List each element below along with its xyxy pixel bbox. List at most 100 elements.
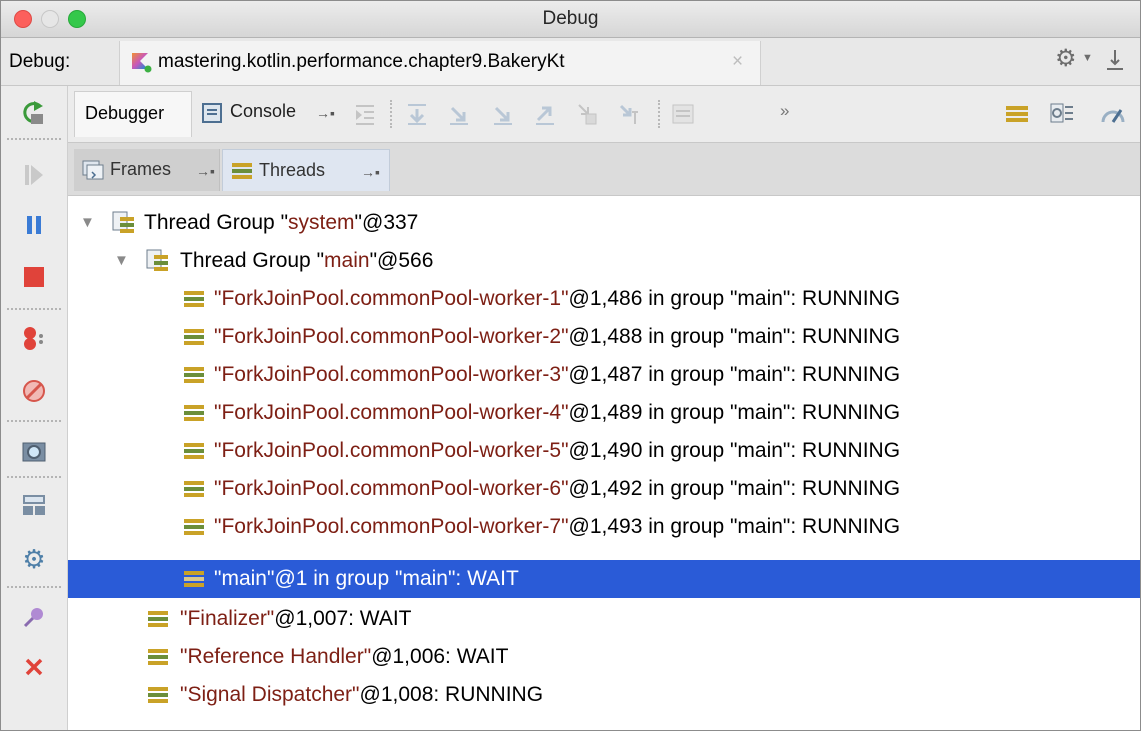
show-execution-point-icon[interactable]: [354, 102, 376, 126]
thread-icon: [148, 649, 168, 665]
thread-detail: @1,490 in group "main": RUNNING: [568, 439, 901, 462]
tab-debugger[interactable]: Debugger: [74, 91, 192, 137]
title-bar: Debug: [1, 1, 1140, 38]
step-into-icon[interactable]: [448, 102, 470, 126]
thread-group-icon: [146, 249, 168, 271]
debug-tab-row: Debug: mastering.kotlin.performance.chap…: [1, 38, 1140, 86]
thread-icon: [184, 481, 204, 497]
chevron-down-icon[interactable]: ▼: [1082, 52, 1093, 64]
debug-window: Debug Debug: mastering.kotlin.performanc…: [0, 0, 1141, 731]
thread-row[interactable]: "ForkJoinPool.commonPool-worker-4"@1,489…: [68, 394, 1140, 432]
resume-program-icon[interactable]: [21, 162, 47, 188]
step-out-icon[interactable]: [534, 102, 556, 126]
thread-name: "ForkJoinPool.commonPool-worker-2": [214, 325, 569, 348]
mute-breakpoints-icon[interactable]: [21, 378, 47, 404]
evaluate-expression-icon[interactable]: [672, 102, 694, 126]
left-action-toolbar: ⚙: [1, 86, 68, 730]
thread-icon: [184, 571, 204, 587]
view-breakpoints-icon[interactable]: [21, 326, 47, 352]
thread-name: "ForkJoinPool.commonPool-worker-4": [214, 401, 569, 424]
thread-detail: @1 in group "main": WAIT: [274, 567, 519, 590]
step-over-icon[interactable]: [406, 102, 428, 126]
tab-frames[interactable]: Frames →▪: [74, 149, 220, 191]
thread-icon: [184, 329, 204, 345]
thread-row[interactable]: "Signal Dispatcher"@1,008: RUNNING: [68, 676, 1140, 714]
debugger-toolbar: Debugger Console →▪ »: [68, 86, 1140, 143]
pin-icon[interactable]: →▪: [196, 163, 215, 179]
thread-detail: @1,488 in group "main": RUNNING: [568, 325, 901, 348]
close-icon[interactable]: [21, 654, 47, 680]
kotlin-icon: [132, 53, 152, 73]
camera-icon[interactable]: [21, 438, 47, 464]
thread-name: "main": [214, 567, 275, 590]
thread-group-row[interactable]: ▼ Thread Group "system"@337: [68, 204, 1140, 242]
memory-gauge-icon[interactable]: [1100, 100, 1126, 128]
thread-row[interactable]: "ForkJoinPool.commonPool-worker-3"@1,487…: [68, 356, 1140, 394]
thread-icon: [148, 611, 168, 627]
chevron-down-icon[interactable]: ▼: [80, 214, 95, 231]
session-tab-label: mastering.kotlin.performance.chapter9.Ba…: [158, 51, 565, 72]
thread-icon: [148, 687, 168, 703]
settings-icon[interactable]: ⚙: [21, 546, 47, 572]
session-tab[interactable]: mastering.kotlin.performance.chapter9.Ba…: [119, 41, 761, 85]
tab-threads-label: Threads: [259, 160, 326, 180]
toolbar-separator: [658, 100, 660, 128]
thread-icon: [184, 443, 204, 459]
thread-row[interactable]: "ForkJoinPool.commonPool-worker-2"@1,488…: [68, 318, 1140, 356]
rerun-icon[interactable]: [21, 100, 47, 126]
force-step-into-icon[interactable]: [492, 102, 514, 126]
frames-list-icon[interactable]: [1004, 100, 1030, 128]
settings-gear-icon[interactable]: ⚙: [1055, 44, 1077, 73]
thread-group-id: "@566: [369, 249, 434, 272]
thread-group-name: main: [324, 249, 370, 272]
stop-icon[interactable]: [21, 264, 47, 290]
thread-row[interactable]: "ForkJoinPool.commonPool-worker-1"@1,486…: [68, 280, 1140, 318]
thread-name: "ForkJoinPool.commonPool-worker-5": [214, 439, 569, 462]
thread-row[interactable]: "ForkJoinPool.commonPool-worker-6"@1,492…: [68, 470, 1140, 508]
restore-layout-icon[interactable]: [21, 492, 47, 518]
tab-console[interactable]: Console: [230, 101, 296, 122]
close-tab-icon[interactable]: ×: [732, 51, 743, 73]
thread-group-id: "@337: [354, 211, 419, 234]
more-actions-icon[interactable]: »: [780, 101, 789, 121]
chevron-down-icon[interactable]: ▼: [114, 252, 129, 269]
thread-row-selected[interactable]: "main"@1 in group "main": WAIT: [68, 560, 1140, 598]
toolbar-separator: [390, 100, 392, 128]
window-title: Debug: [542, 8, 599, 29]
thread-row[interactable]: "Reference Handler"@1,006: WAIT: [68, 638, 1140, 676]
pause-program-icon[interactable]: [21, 212, 47, 238]
pin-tab-icon[interactable]: [21, 604, 47, 630]
thread-detail: @1,007: WAIT: [274, 607, 412, 630]
threads-icon: [232, 163, 252, 179]
toolbar-separator: [7, 308, 61, 310]
tab-frames-label: Frames: [110, 159, 172, 179]
pin-icon[interactable]: →▪: [316, 105, 335, 121]
pin-icon[interactable]: →▪: [361, 164, 380, 180]
thread-row[interactable]: "ForkJoinPool.commonPool-worker-7"@1,493…: [68, 508, 1140, 546]
thread-name: "Finalizer": [180, 607, 275, 630]
run-to-cursor-icon[interactable]: [618, 102, 640, 126]
thread-group-prefix: Thread Group ": [144, 211, 289, 234]
thread-icon: [184, 291, 204, 307]
drop-frame-icon[interactable]: [576, 102, 598, 126]
hide-panel-icon[interactable]: [1105, 46, 1125, 74]
tab-debugger-label: Debugger: [85, 103, 165, 123]
variables-view-icon[interactable]: [1048, 100, 1074, 128]
toolbar-separator: [7, 586, 61, 588]
thread-detail: @1,486 in group "main": RUNNING: [568, 287, 901, 310]
thread-group-row[interactable]: ▼ Thread Group "main"@566: [68, 242, 1140, 280]
thread-name: "ForkJoinPool.commonPool-worker-7": [214, 515, 569, 538]
thread-detail: @1,492 in group "main": RUNNING: [568, 477, 901, 500]
thread-row[interactable]: "ForkJoinPool.commonPool-worker-5"@1,490…: [68, 432, 1140, 470]
thread-row[interactable]: "Finalizer"@1,007: WAIT: [68, 600, 1140, 638]
tab-threads[interactable]: Threads →▪: [222, 149, 390, 191]
thread-detail: @1,489 in group "main": RUNNING: [568, 401, 901, 424]
toolbar-separator: [7, 420, 61, 422]
thread-detail: @1,493 in group "main": RUNNING: [568, 515, 901, 538]
thread-group-name: system: [288, 211, 355, 234]
thread-name: "ForkJoinPool.commonPool-worker-6": [214, 477, 569, 500]
thread-name: "Signal Dispatcher": [180, 683, 360, 706]
toolbar-separator: [7, 476, 61, 478]
thread-group-icon: [112, 211, 134, 233]
thread-icon: [184, 519, 204, 535]
